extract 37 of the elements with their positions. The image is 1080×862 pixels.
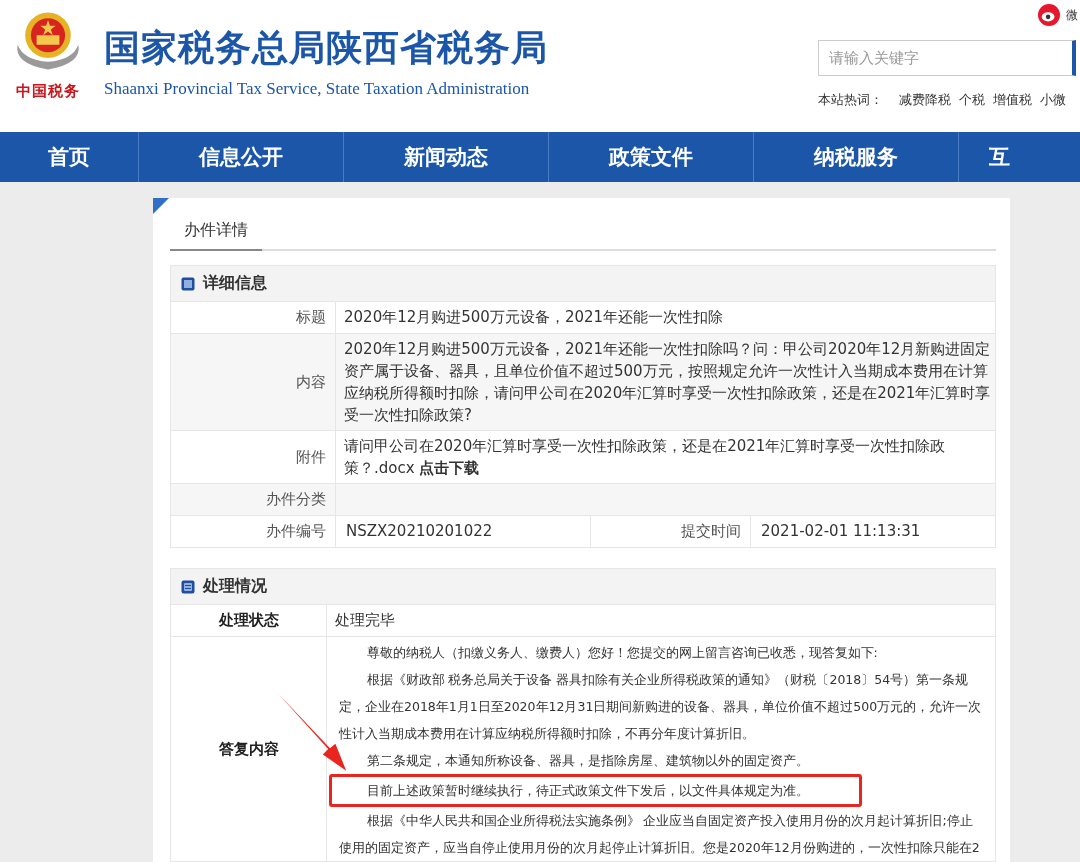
- nav-item[interactable]: 纳税服务: [754, 132, 959, 182]
- weibo-icon[interactable]: [1038, 4, 1060, 26]
- nav-item[interactable]: 首页: [0, 132, 139, 182]
- hot-word-link[interactable]: 小微: [1040, 91, 1066, 109]
- logo-caption: 中国税务: [16, 82, 80, 101]
- tab[interactable]: 办件详情: [170, 216, 262, 251]
- search-field[interactable]: 请输入关键字: [818, 40, 1076, 76]
- field-value: 2021-02-01 11:13:31: [761, 522, 921, 540]
- field-value: 处理完毕: [335, 611, 395, 629]
- reply-paragraph: 根据《中华人民共和国企业所得税法实施条例》 企业应当自固定资产投入使用月份的次月起计算折旧;停止使用的固定资产，应当自停止使用月份的次月起停止计算折旧。您是2020年12月份购进的，一次性扣除只能在2: [339, 812, 981, 857]
- hot-word-link[interactable]: 个税: [959, 91, 985, 109]
- weibo-link[interactable]: 微: [1066, 6, 1078, 24]
- nav-item[interactable]: 新闻动态: [344, 132, 549, 182]
- reply-paragraph: 尊敬的纳税人（扣缴义务人、缴费人）您好！您提交的网上留言咨询已收悉，现答复如下:: [365, 644, 879, 662]
- nav-item[interactable]: 互: [959, 132, 1049, 182]
- site-subtitle: Shaanxi Provincial Tax Service, State Taxation Administration: [104, 79, 531, 99]
- nav-item[interactable]: 信息公开: [139, 132, 344, 182]
- field-value: 请问甲公司在2020年汇算时享受一次性扣除政策，还是在2021年汇算时享受一次性扣除政策？.docx 点击下载: [344, 437, 946, 477]
- section-title: 处理情况: [203, 576, 267, 597]
- field-label: 办件编号: [171, 516, 336, 547]
- download-link[interactable]: 点击下载: [419, 459, 480, 477]
- reply-paragraph: 第二条规定，本通知所称设备、器具，是指除房屋、建筑物以外的固定资产。: [365, 752, 810, 770]
- list-icon: [181, 276, 195, 291]
- corner-mark-icon: [153, 198, 169, 214]
- hot-word-link[interactable]: 增值税: [993, 91, 1032, 109]
- document-icon: [181, 579, 195, 594]
- section-title: 详细信息: [203, 273, 267, 294]
- site-title: 国家税务总局陕西省税务局: [104, 26, 548, 70]
- field-value: 2020年12月购进500万元设备，2021年还能一次性扣除吗？问：甲公司2020年12月新购进固定资产属于设备、器具，且单位价值不超过500万元，按照规定允许一次性计入当期成本费用在计算应纳税所得额时扣除，请问甲公司在2020年汇算时享受一次性扣除政策，还是在2021年汇算时享受一次性扣除政策?: [344, 340, 991, 424]
- field-label: 提交时间: [591, 516, 751, 547]
- hot-words-label: 本站热词：: [818, 91, 883, 109]
- field-value: 2020年12月购进500万元设备，2021年还能一次性扣除: [344, 308, 724, 326]
- field-value: NSZX20210201022: [346, 522, 493, 540]
- reply-paragraph: 根据《财政部 税务总局关于设备 器具扣除有关企业所得税政策的通知》（财税〔2018〕54号）第一条规定，企业在2018年1月1日至2020年12月31日期间新购进的设备、器具，单位价值不超过500万元的，允许一次性计入当期成本费用在计算应纳税所得额时扣除，不再分年度计算折旧。: [339, 671, 983, 743]
- hot-word-link[interactable]: 减费降税: [899, 91, 951, 109]
- nav-item[interactable]: 政策文件: [549, 132, 754, 182]
- highlighted-paragraph: 目前上述政策暂时继续执行，待正式政策文件下发后，以文件具体规定为准。: [329, 774, 862, 807]
